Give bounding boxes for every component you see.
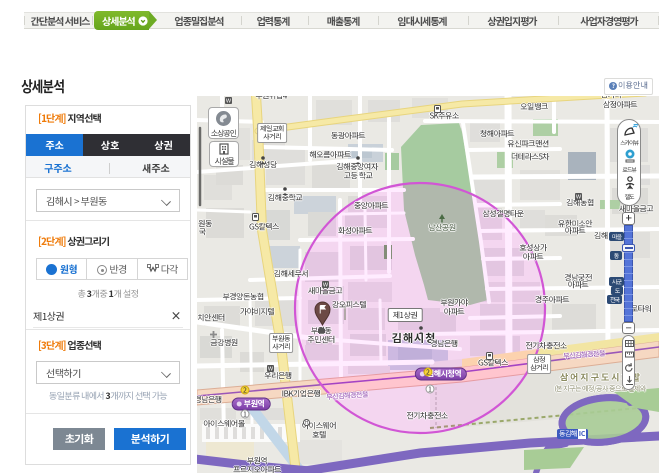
svg-text:W: W [268, 367, 274, 372]
svg-text:W: W [576, 195, 582, 200]
svg-text:W: W [323, 283, 329, 288]
svg-text:W: W [226, 99, 232, 104]
